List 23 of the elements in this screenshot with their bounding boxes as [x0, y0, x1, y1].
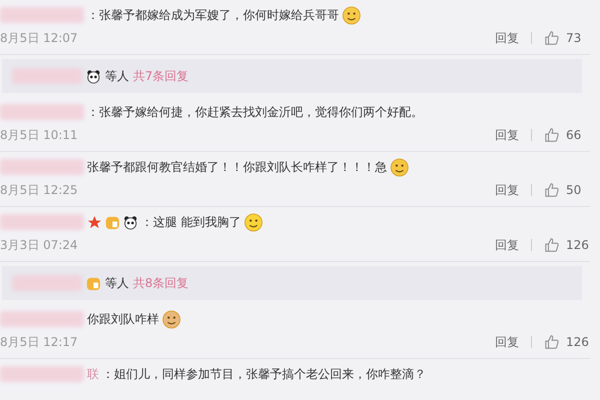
- reply-link[interactable]: 回复: [495, 126, 519, 144]
- like-count: 73: [566, 31, 582, 45]
- comment-text: ：姐们儿，同样参加节目，张馨予搞个老公回来，你咋整滴？: [102, 366, 426, 382]
- others-label: 等人: [105, 274, 129, 292]
- comment-text: ：这腿 能到我胸了: [141, 214, 241, 230]
- comment-text: ：张馨予嫁给何捷，你赶紧去找刘金沂吧，觉得你们两个好配。: [87, 104, 423, 120]
- comment-text: 你跟刘队咋样: [87, 310, 159, 328]
- comment-date: 8月5日 10:11: [0, 126, 78, 144]
- comment-date: 8月5日 12:17: [0, 334, 78, 350]
- comment-text: ：张馨予都嫁给成为军嫂了，你何时嫁给兵哥哥: [87, 6, 339, 24]
- like-count: 126: [566, 238, 590, 252]
- others-label: 等人: [105, 68, 129, 84]
- comment-date: 8月5日 12:07: [0, 30, 78, 46]
- like-count: 126: [566, 335, 590, 349]
- reply-link[interactable]: 回复: [495, 334, 519, 350]
- reply-link[interactable]: 回复: [495, 236, 519, 254]
- reply-link[interactable]: 回复: [495, 30, 519, 46]
- comment-date: 8月5日 12:25: [0, 182, 78, 198]
- comment-text: 张馨予都跟何教官结婚了！！你跟刘队长咋样了！！！急: [87, 158, 387, 176]
- like-count: 50: [566, 183, 582, 197]
- reply-link[interactable]: 回复: [495, 182, 519, 198]
- comment-date: 3月3日 07:24: [0, 236, 78, 254]
- like-count: 66: [566, 128, 582, 142]
